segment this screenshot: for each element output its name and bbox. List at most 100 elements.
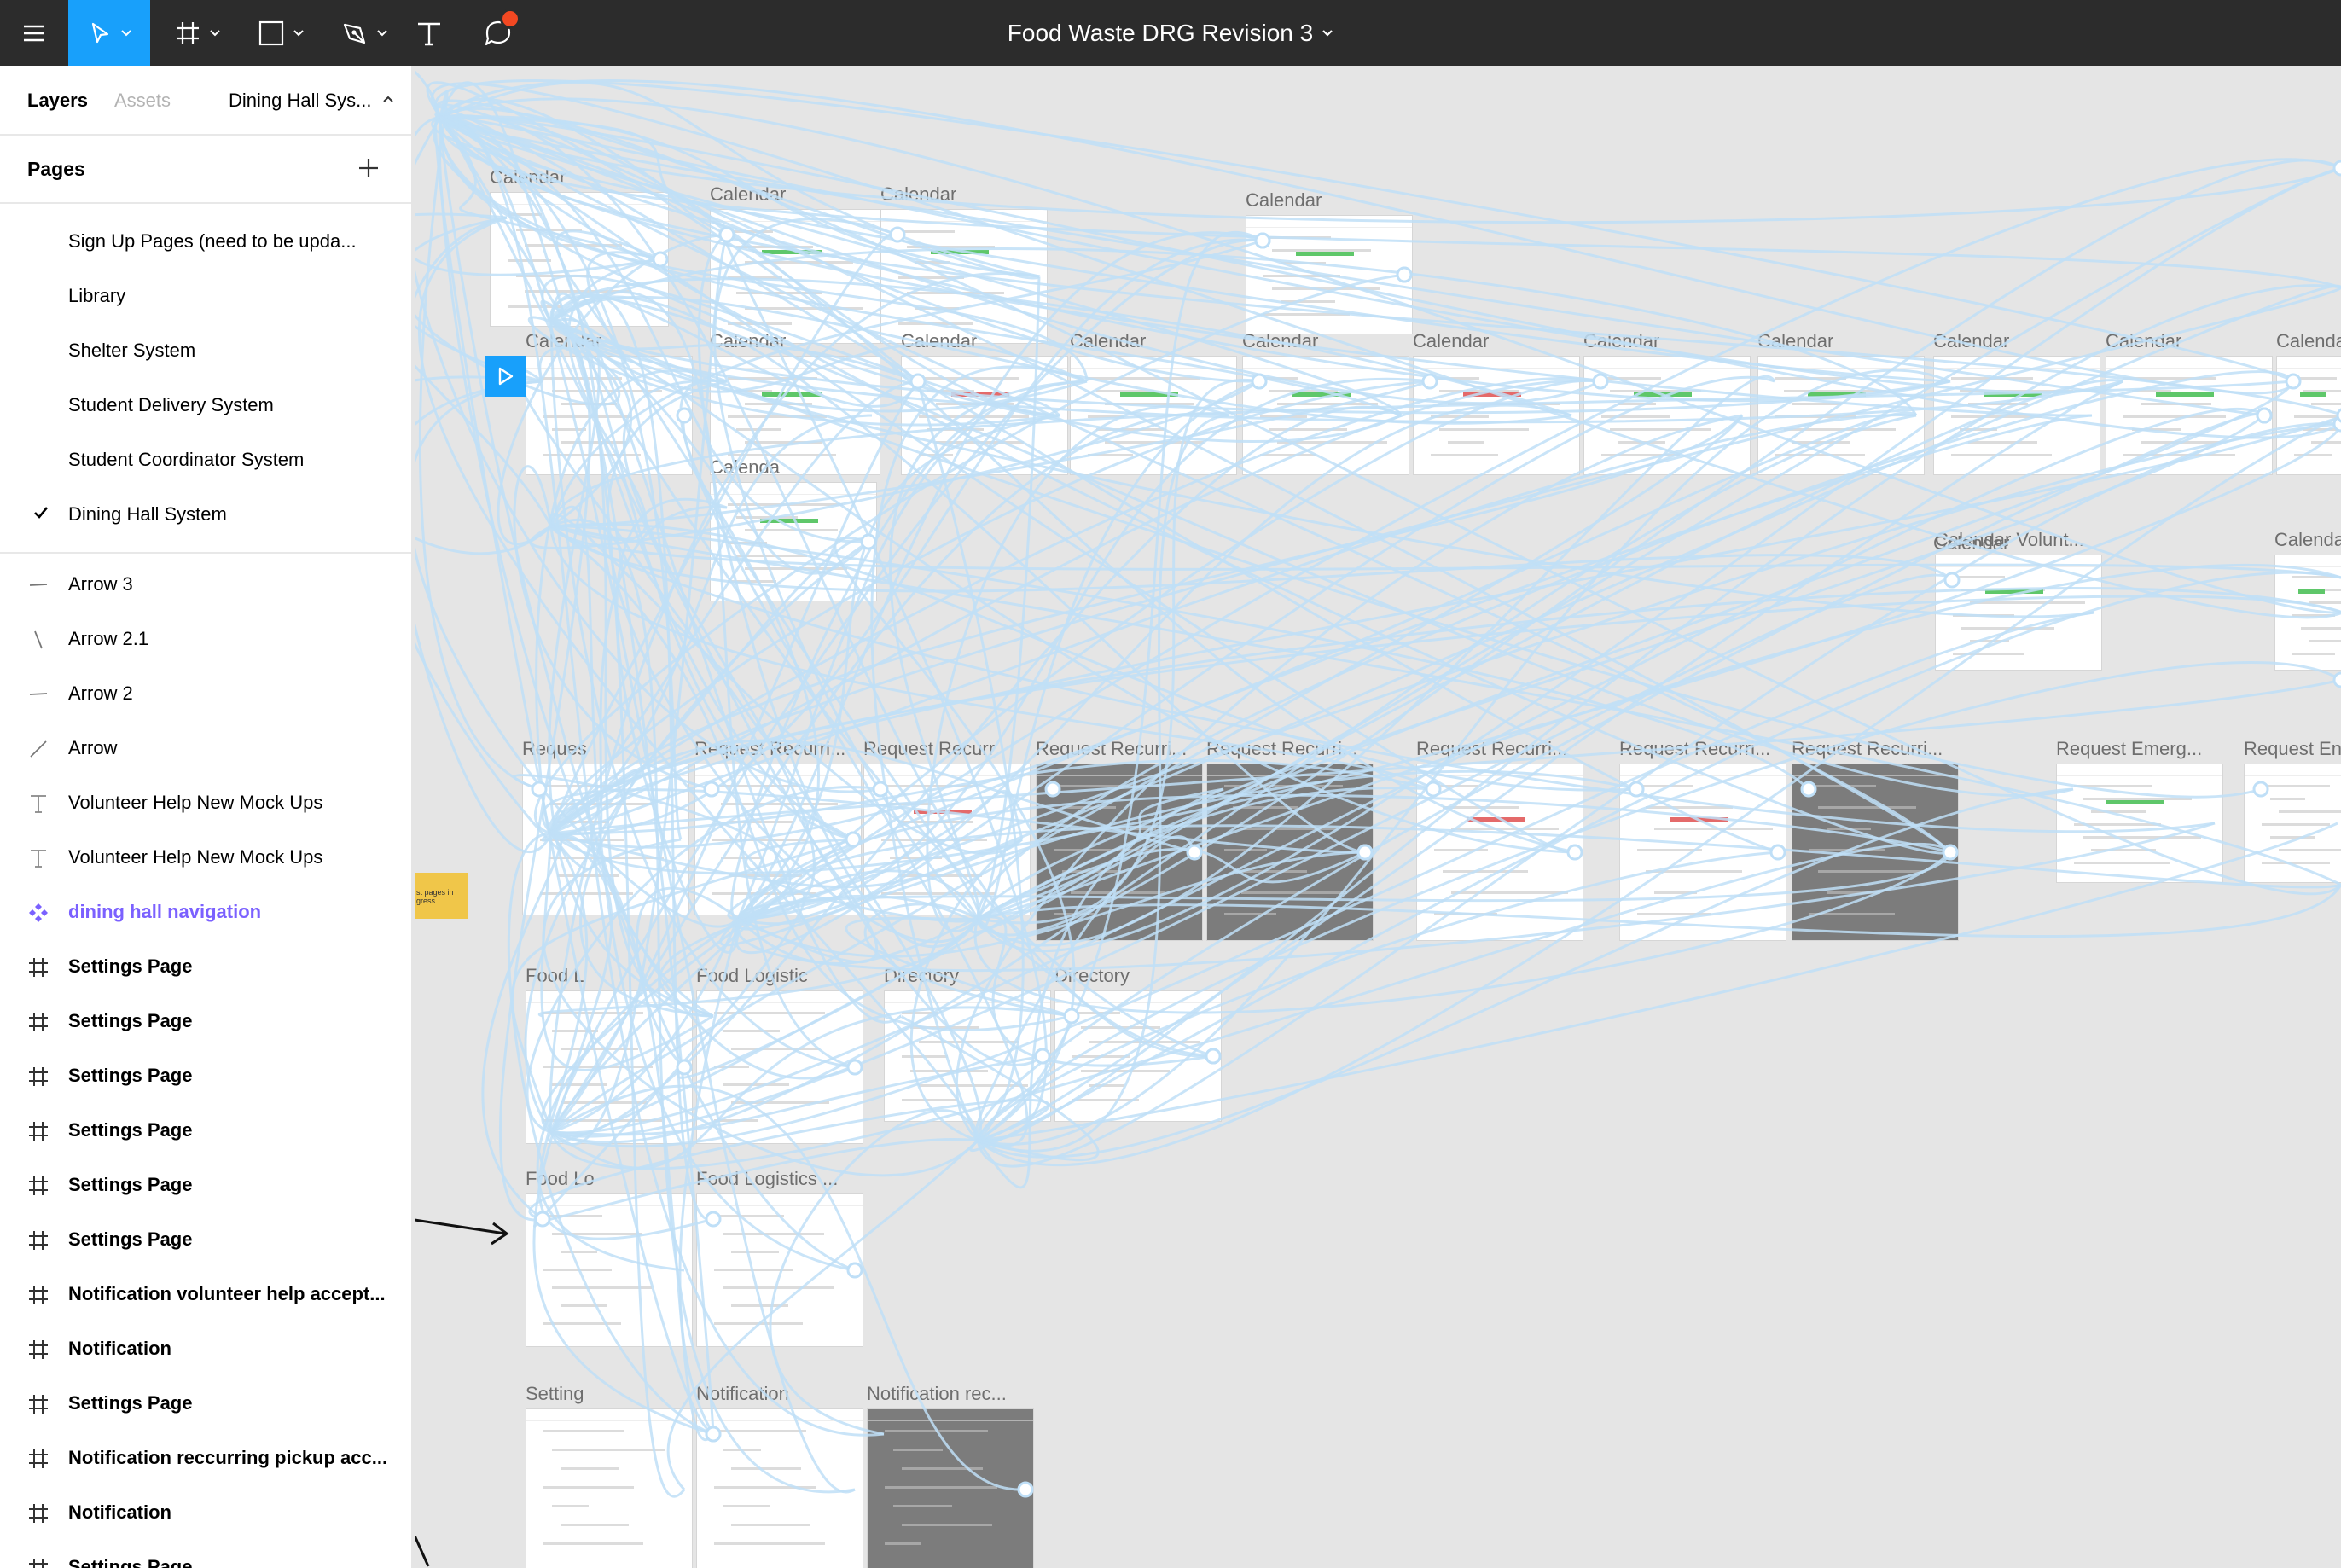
- page-item[interactable]: Dining Hall System: [0, 487, 411, 542]
- menu-icon[interactable]: [0, 0, 68, 66]
- connection-node[interactable]: [2332, 160, 2341, 177]
- frame-layer-icon: [29, 1067, 48, 1086]
- connection-node[interactable]: [1943, 572, 1961, 589]
- layer-item[interactable]: Settings Page: [0, 1540, 411, 1568]
- connection-node[interactable]: [2332, 671, 2341, 688]
- page-item[interactable]: Sign Up Pages (need to be upda...: [0, 214, 411, 269]
- connection-node[interactable]: [718, 226, 735, 243]
- add-page-button[interactable]: [351, 151, 386, 185]
- layer-label: Volunteer Help New Mock Ups: [68, 792, 323, 813]
- connection-node[interactable]: [872, 781, 889, 798]
- layer-item[interactable]: Settings Page: [0, 1048, 411, 1103]
- layer-item[interactable]: Arrow 2.1: [0, 612, 411, 666]
- text-tool-button[interactable]: [410, 0, 449, 66]
- connection-node[interactable]: [1044, 781, 1061, 798]
- connection-node[interactable]: [2285, 373, 2302, 390]
- connection-node[interactable]: [2252, 781, 2269, 798]
- layer-label: Notification volunteer help accept...: [68, 1283, 386, 1304]
- chevron-up-icon[interactable]: [382, 95, 394, 103]
- chevron-down-icon: [121, 29, 131, 36]
- connection-node[interactable]: [652, 251, 669, 268]
- connection-node[interactable]: [860, 533, 877, 550]
- layer-item[interactable]: Notification: [0, 1321, 411, 1376]
- connection-node[interactable]: [889, 226, 906, 243]
- connection-node[interactable]: [676, 407, 693, 424]
- connection-line: [976, 166, 2341, 953]
- connection-node[interactable]: [1628, 781, 1645, 798]
- connection-node[interactable]: [846, 1262, 863, 1279]
- layer-item[interactable]: Settings Page: [0, 1158, 411, 1212]
- chevron-down-icon: [293, 29, 304, 36]
- document-title: Food Waste DRG Revision 3: [1007, 19, 1314, 46]
- shape-tool-button[interactable]: [251, 0, 311, 66]
- page-item[interactable]: Student Coordinator System: [0, 433, 411, 487]
- connection-node[interactable]: [1034, 1048, 1051, 1065]
- page-item[interactable]: Student Delivery System: [0, 378, 411, 433]
- layer-label: Notification: [68, 1501, 171, 1523]
- page-item[interactable]: Library: [0, 269, 411, 323]
- connection-node[interactable]: [1254, 232, 1271, 249]
- page-label: Student Coordinator System: [68, 449, 305, 470]
- layer-item[interactable]: dining hall navigation: [0, 885, 411, 939]
- sticky-note[interactable]: st pages in gress: [415, 873, 468, 919]
- layer-item[interactable]: Volunteer Help New Mock Ups: [0, 830, 411, 885]
- layer-label: Arrow 2: [68, 682, 133, 704]
- connection-node[interactable]: [1205, 1048, 1222, 1065]
- layer-item[interactable]: Arrow 3: [0, 557, 411, 612]
- document-title-menu[interactable]: Food Waste DRG Revision 3: [1008, 20, 1333, 47]
- layer-item[interactable]: Arrow 2: [0, 666, 411, 721]
- connection-node[interactable]: [1592, 373, 1609, 390]
- connection-node[interactable]: [1421, 373, 1438, 390]
- pen-tool-button[interactable]: [333, 0, 396, 66]
- connection-node[interactable]: [676, 1059, 693, 1076]
- connection-node[interactable]: [1425, 781, 1442, 798]
- connection-node[interactable]: [1769, 844, 1786, 861]
- layer-item[interactable]: Notification reccurring pickup acc...: [0, 1431, 411, 1485]
- layer-label: Notification reccurring pickup acc...: [68, 1447, 388, 1468]
- connection-node[interactable]: [705, 1426, 722, 1443]
- connection-node[interactable]: [531, 781, 548, 798]
- connection-node[interactable]: [1186, 844, 1203, 861]
- arrow-annotation[interactable]: [415, 1536, 432, 1568]
- layer-item[interactable]: Notification: [0, 1485, 411, 1540]
- flow-start-button[interactable]: [485, 356, 526, 397]
- frame-layer-icon: [29, 1449, 48, 1468]
- layer-label: Arrow 2.1: [68, 628, 149, 649]
- line-icon: [34, 630, 43, 649]
- layer-item[interactable]: Settings Page: [0, 939, 411, 994]
- connection-node[interactable]: [846, 1059, 863, 1076]
- arrow-annotation[interactable]: [415, 1211, 517, 1254]
- layer-item[interactable]: Volunteer Help New Mock Ups: [0, 775, 411, 830]
- current-page-selector[interactable]: Dining Hall Sys...: [229, 90, 372, 112]
- move-tool-button[interactable]: [68, 0, 150, 66]
- connection-node[interactable]: [2336, 408, 2341, 423]
- connection-node[interactable]: [1356, 844, 1374, 861]
- design-canvas[interactable]: Calendar Calendar Calendar Calendar Cale…: [415, 66, 2341, 1568]
- layer-item[interactable]: Settings Page: [0, 1103, 411, 1158]
- connection-node[interactable]: [1017, 1481, 1034, 1498]
- connection-node[interactable]: [703, 781, 720, 798]
- connection-node[interactable]: [1942, 844, 1959, 861]
- connection-node[interactable]: [1396, 266, 1413, 283]
- connection-node[interactable]: [1800, 781, 1817, 798]
- tab-assets[interactable]: Assets: [114, 90, 171, 112]
- layer-item[interactable]: Notification volunteer help accept...: [0, 1267, 411, 1321]
- frame-tool-button[interactable]: [167, 0, 227, 66]
- connection-node[interactable]: [1566, 844, 1583, 861]
- connection-node[interactable]: [2256, 407, 2273, 424]
- chevron-down-icon: [377, 29, 387, 36]
- connection-node[interactable]: [1251, 373, 1268, 390]
- connection-node[interactable]: [705, 1211, 722, 1228]
- page-item[interactable]: Shelter System: [0, 323, 411, 378]
- connection-node[interactable]: [909, 373, 927, 390]
- layer-item[interactable]: Settings Page: [0, 1212, 411, 1267]
- layer-item[interactable]: Settings Page: [0, 1376, 411, 1431]
- connection-node[interactable]: [534, 1211, 551, 1228]
- connection-node[interactable]: [1063, 1008, 1080, 1025]
- tab-layers[interactable]: Layers: [27, 90, 88, 112]
- layer-item[interactable]: Arrow: [0, 721, 411, 775]
- connection-node[interactable]: [845, 831, 862, 848]
- layer-item[interactable]: Settings Page: [0, 994, 411, 1048]
- connection-line: [550, 411, 1918, 849]
- layers-list: Arrow 3 Arrow 2.1 Arrow 2 Arrow Volunteer He…: [0, 554, 411, 1568]
